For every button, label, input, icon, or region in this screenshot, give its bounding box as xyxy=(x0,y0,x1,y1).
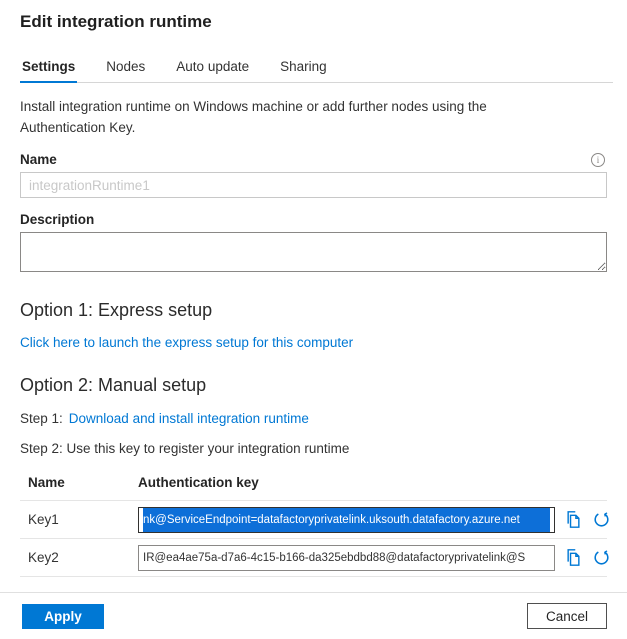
keys-table-header: Name Authentication key xyxy=(20,471,607,501)
apply-button[interactable]: Apply xyxy=(22,604,104,629)
tab-auto-update[interactable]: Auto update xyxy=(174,59,251,82)
column-header-authentication-key: Authentication key xyxy=(138,475,259,490)
intro-text: Install integration runtime on Windows m… xyxy=(20,99,487,135)
refresh-icon[interactable] xyxy=(591,510,611,530)
step1-prefix: Step 1: xyxy=(20,411,63,426)
key2-name-label: Key2 xyxy=(28,550,59,565)
description-label: Description xyxy=(20,212,95,227)
tab-nodes[interactable]: Nodes xyxy=(104,59,147,82)
tab-sharing[interactable]: Sharing xyxy=(278,59,329,82)
step1-line: Step 1: Download and install integration … xyxy=(20,411,607,426)
tab-settings[interactable]: Settings xyxy=(20,59,78,83)
edit-integration-runtime-dialog: Edit integration runtime Settings Nodes … xyxy=(0,12,627,577)
name-label: Name xyxy=(20,152,57,167)
column-header-name: Name xyxy=(28,475,65,490)
description-textarea[interactable] xyxy=(20,232,607,272)
download-runtime-link[interactable]: Download and install integration runtime xyxy=(69,411,309,426)
cancel-button[interactable]: Cancel xyxy=(527,603,607,629)
key1-selected-text: nk@ServiceEndpoint=datafactoryprivatelin… xyxy=(143,507,550,532)
key1-value-input[interactable]: nk@ServiceEndpoint=datafactoryprivatelin… xyxy=(138,506,555,533)
copy-icon[interactable] xyxy=(563,548,583,568)
page-title: Edit integration runtime xyxy=(20,12,212,31)
option1-heading: Option 1: Express setup xyxy=(20,300,213,320)
express-setup-link[interactable]: Click here to launch the express setup f… xyxy=(20,335,353,350)
option2-heading: Option 2: Manual setup xyxy=(20,375,207,395)
step2-line: Step 2: Use this key to register your in… xyxy=(20,441,350,456)
tabbar: Settings Nodes Auto update Sharing xyxy=(20,59,613,83)
key2-value-input[interactable]: IR@ea4ae75a-d7a6-4c15-b166-da325ebdbd88@… xyxy=(138,544,555,571)
name-input[interactable] xyxy=(20,172,607,198)
authentication-keys-table: Name Authentication key Key1 nk@ServiceE… xyxy=(20,471,609,577)
table-row: Key2 IR@ea4ae75a-d7a6-4c15-b166-da325ebd… xyxy=(20,539,609,577)
key1-name-label: Key1 xyxy=(28,512,59,527)
copy-icon[interactable] xyxy=(563,510,583,530)
dialog-footer: Apply Cancel xyxy=(0,592,627,639)
table-row: Key1 nk@ServiceEndpoint=datafactorypriva… xyxy=(20,501,609,539)
refresh-icon[interactable] xyxy=(591,548,611,568)
info-icon[interactable]: i xyxy=(591,152,605,167)
